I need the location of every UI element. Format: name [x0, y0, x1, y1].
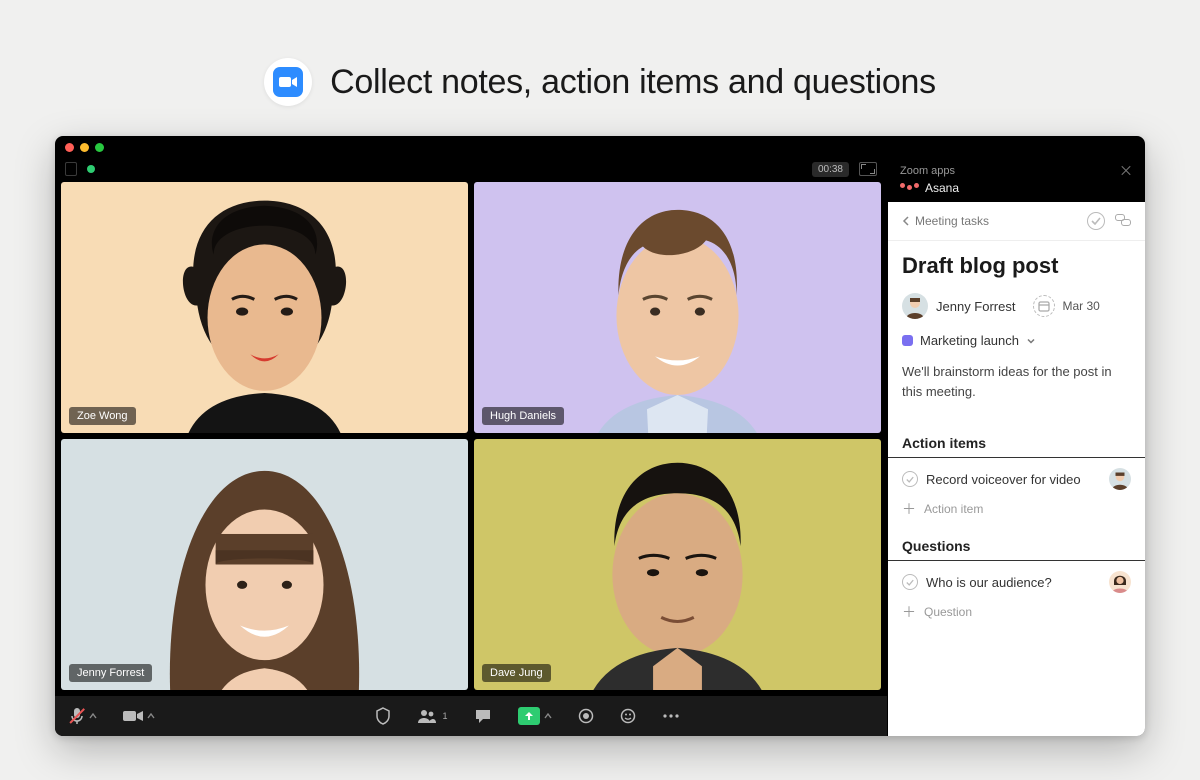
participant-name-tag: Hugh Daniels: [482, 407, 564, 425]
window-minimize-button[interactable]: [80, 143, 89, 152]
chat-button[interactable]: [474, 708, 492, 724]
video-top-bar: 00:38: [55, 156, 887, 182]
window-titlebar: [55, 136, 1145, 156]
encryption-status-icon[interactable]: [87, 165, 95, 173]
plus-icon: ＋: [902, 502, 916, 516]
plus-icon: ＋: [902, 605, 916, 619]
panel-label: Zoom apps: [900, 165, 955, 177]
asana-logo-icon: [900, 185, 919, 190]
add-action-item-button[interactable]: ＋ Action item: [888, 496, 1145, 522]
zoom-logo-badge: [264, 58, 312, 106]
project-name: Marketing launch: [920, 333, 1019, 348]
question-row[interactable]: Who is our audience?: [888, 565, 1145, 599]
reactions-button[interactable]: [620, 708, 636, 724]
zoom-toolbar: 1: [55, 696, 887, 736]
app-name: Asana: [925, 181, 959, 195]
item-assignee-avatar[interactable]: [1109, 468, 1131, 490]
zoom-apps-panel: Zoom apps Asana Meeting tasks: [887, 156, 1145, 736]
participants-button[interactable]: 1: [417, 708, 448, 724]
assignee-field[interactable]: Jenny Forrest: [902, 293, 1015, 319]
task-description[interactable]: We'll brainstorm ideas for the post in t…: [902, 362, 1131, 401]
zoom-camera-icon: [273, 67, 303, 97]
action-item-row[interactable]: Record voiceover for video: [888, 462, 1145, 496]
share-screen-button[interactable]: [518, 707, 552, 725]
due-date-field[interactable]: Mar 30: [1033, 295, 1099, 317]
chevron-left-icon: [902, 216, 910, 226]
video-tile[interactable]: Jenny Forrest: [61, 439, 468, 690]
calendar-icon: [1033, 295, 1055, 317]
question-text: Who is our audience?: [926, 575, 1101, 590]
video-tile[interactable]: Hugh Daniels: [474, 182, 881, 433]
security-button[interactable]: [375, 707, 391, 725]
participant-name-tag: Zoe Wong: [69, 407, 136, 425]
record-button[interactable]: [578, 708, 594, 724]
breadcrumb-back[interactable]: Meeting tasks: [902, 214, 989, 228]
chevron-down-icon: [1026, 336, 1036, 346]
chevron-up-icon[interactable]: [89, 713, 97, 719]
video-tile[interactable]: Zoe Wong: [61, 182, 468, 433]
add-question-button[interactable]: ＋ Question: [888, 599, 1145, 625]
action-item-text: Record voiceover for video: [926, 472, 1101, 487]
complete-toggle[interactable]: [902, 471, 918, 487]
window-maximize-button[interactable]: [95, 143, 104, 152]
video-button[interactable]: [123, 709, 155, 723]
task-title: Draft blog post: [902, 253, 1131, 279]
project-chip[interactable]: Marketing launch: [902, 333, 1131, 348]
fullscreen-button[interactable]: [859, 162, 877, 176]
chevron-up-icon[interactable]: [544, 713, 552, 719]
participants-count: 1: [443, 711, 448, 721]
recording-timer: 00:38: [812, 162, 849, 177]
breadcrumb-label: Meeting tasks: [915, 214, 989, 228]
add-question-label: Question: [924, 605, 972, 619]
participant-name-tag: Jenny Forrest: [69, 664, 152, 682]
chevron-up-icon[interactable]: [147, 713, 155, 719]
hero-banner: Collect notes, action items and question…: [0, 0, 1200, 136]
video-grid: Zoe Wong Hu: [55, 182, 887, 696]
video-tile[interactable]: Dave Jung: [474, 439, 881, 690]
zoom-window: 00:38: [55, 136, 1145, 736]
item-assignee-avatar[interactable]: [1109, 571, 1131, 593]
copy-link-button[interactable]: [1115, 212, 1131, 228]
window-traffic-lights[interactable]: [65, 143, 104, 152]
meeting-info-icon[interactable]: [65, 162, 77, 176]
due-date-text: Mar 30: [1062, 299, 1099, 313]
window-close-button[interactable]: [65, 143, 74, 152]
section-heading-questions: Questions: [888, 528, 1145, 561]
video-pane: 00:38: [55, 156, 887, 736]
add-action-item-label: Action item: [924, 502, 983, 516]
project-color-icon: [902, 335, 913, 346]
participant-name-tag: Dave Jung: [482, 664, 551, 682]
section-heading-action-items: Action items: [888, 425, 1145, 458]
close-panel-button[interactable]: [1119, 164, 1133, 178]
complete-toggle[interactable]: [902, 574, 918, 590]
mark-complete-button[interactable]: [1087, 212, 1105, 230]
hero-headline: Collect notes, action items and question…: [330, 63, 936, 102]
assignee-avatar: [902, 293, 928, 319]
more-button[interactable]: [662, 713, 680, 719]
assignee-name: Jenny Forrest: [936, 299, 1015, 314]
mute-button[interactable]: [69, 707, 97, 725]
